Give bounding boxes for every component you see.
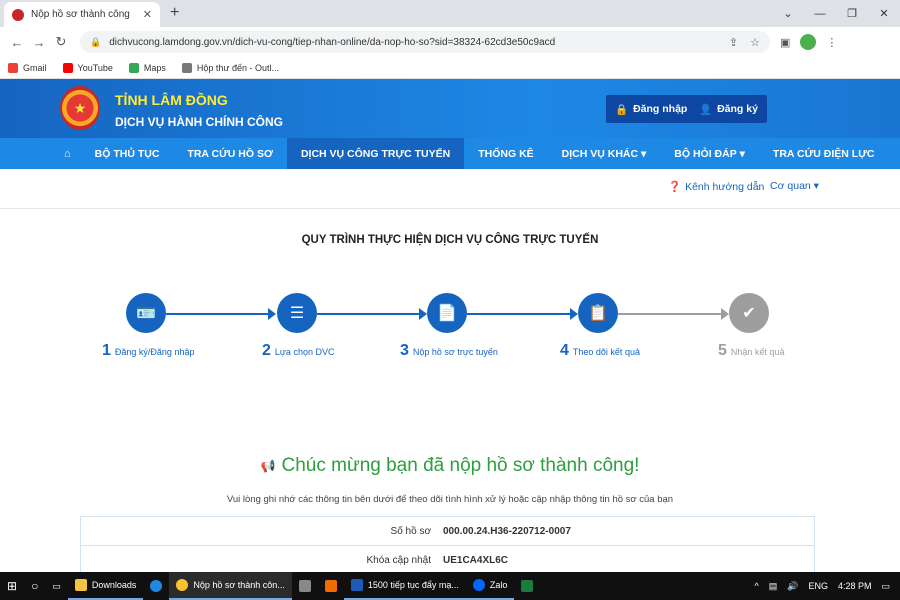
address-bar-row: ← → ↻ 🔒 dichvucong.lamdong.gov.vn/dich-v… — [0, 27, 900, 57]
task-view-icon[interactable]: ▭ — [45, 572, 68, 600]
taskbar-chrome[interactable]: Nộp hồ sơ thành côn... — [169, 572, 292, 600]
login-button[interactable]: 🔒 Đăng nhập — [606, 95, 697, 123]
step-2-label: 2 Lựa chọn DVC — [262, 342, 335, 359]
result-note: Vui lòng ghi nhớ các thông tin bên dưới … — [226, 494, 674, 505]
bookmarks-bar: Gmail YouTube Maps Hộp thư đến - Outl... — [0, 57, 900, 79]
volume-icon[interactable]: 🔊 — [787, 581, 798, 592]
nav-tra-cuu-dien-luc[interactable]: TRA CỨU ĐIỆN LỰC — [759, 138, 889, 169]
agency-dropdown[interactable]: Cơ quan ▾ — [770, 180, 819, 192]
bookmark-maps[interactable]: Maps — [128, 62, 166, 73]
globe-icon — [181, 62, 192, 73]
zalo-icon — [472, 579, 485, 591]
site-header: ★ TỈNH LÂM ĐỒNG DỊCH VỤ HÀNH CHÍNH CÔNG … — [0, 79, 900, 138]
sub-bar: ❓ Kênh hướng dẫn Cơ quan ▾ — [0, 169, 900, 209]
profile-avatar[interactable] — [800, 34, 817, 50]
step-4-clipboard-icon: 📋 — [578, 293, 618, 333]
chevron-up-icon[interactable]: ^ — [754, 581, 758, 591]
browser-tab[interactable]: Nộp hồ sơ thành công ✕ — [4, 2, 160, 27]
megaphone-icon: 📢 — [260, 459, 276, 473]
taskbar-zalo[interactable]: Zalo — [465, 572, 515, 600]
national-emblem-icon[interactable]: ★ — [60, 86, 100, 130]
table-row: Khóa cập nhật UE1CA4XL6C — [81, 546, 814, 575]
maps-icon — [128, 62, 139, 73]
nav-bo-thu-tuc[interactable]: BỘ THỦ TỤC — [81, 138, 174, 169]
step-1-icon: 🪪 — [126, 293, 166, 333]
url-text: dichvucong.lamdong.gov.vn/dich-vu-cong/t… — [109, 36, 556, 48]
reload-icon[interactable]: ↻ — [50, 34, 72, 50]
restore-icon[interactable]: ❐ — [836, 0, 868, 27]
step-3-document-icon: 📄 — [427, 293, 467, 333]
gmail-icon — [8, 62, 18, 73]
store-icon[interactable] — [292, 572, 318, 600]
nav-bo-hoi-dap[interactable]: BỘ HỎI ĐÁP ▾ — [660, 138, 759, 169]
share-icon[interactable]: ⇪ — [729, 36, 738, 49]
caret-down-icon: ▾ — [739, 147, 745, 160]
edge-icon[interactable] — [143, 572, 169, 600]
network-icon[interactable]: ▤ — [769, 581, 778, 592]
step-5-check-icon: ✔ — [729, 293, 769, 333]
system-tray: ^ ▤ 🔊 ENG 4:28 PM ▭ — [754, 581, 900, 592]
step-5-label: 5 Nhận kết quả — [718, 342, 785, 359]
brand-province[interactable]: TỈNH LÂM ĐỒNG — [115, 92, 228, 108]
nav-tra-cuu-ho-so[interactable]: TRA CỨU HỒ SƠ — [173, 138, 287, 169]
language-indicator[interactable]: ENG — [808, 581, 828, 591]
result-info-table: Số hồ sơ 000.00.24.H36-220712-0007 Khóa … — [80, 516, 815, 576]
forward-icon[interactable]: → — [28, 35, 50, 50]
notification-icon[interactable]: ▭ — [881, 581, 890, 592]
table-row: Số hồ sơ 000.00.24.H36-220712-0007 — [81, 517, 814, 546]
step-2-list-icon: ☰ — [277, 293, 317, 333]
tab-search-icon[interactable]: ⌄ — [772, 0, 804, 27]
folder-icon — [74, 579, 87, 591]
bookmark-gmail[interactable]: Gmail — [8, 62, 47, 73]
app-orange-icon[interactable] — [318, 572, 344, 600]
step-1-label: 1 Đăng ký/Đăng nhập — [102, 342, 195, 359]
process-title: QUY TRÌNH THỰC HIỆN DỊCH VỤ CÔNG TRỰC TU… — [301, 234, 599, 246]
bookmark-star-icon[interactable]: ☆ — [750, 36, 760, 49]
main-nav: ⌂ BỘ THỦ TỤC TRA CỨU HỒ SƠ DỊCH VỤ CÔNG … — [0, 138, 900, 169]
new-tab-icon[interactable]: + — [170, 4, 179, 22]
excel-icon[interactable] — [514, 572, 540, 600]
window-controls: ⌄ — ❐ ✕ — [772, 0, 900, 27]
lock-icon: 🔒 — [615, 103, 629, 116]
step-4-label: 4 Theo dõi kết quả — [560, 342, 640, 359]
bookmark-youtube[interactable]: YouTube — [62, 62, 113, 73]
taskbar-downloads[interactable]: Downloads — [67, 572, 144, 600]
nav-thong-ke[interactable]: THỐNG KÊ — [464, 138, 547, 169]
brand-service[interactable]: DỊCH VỤ HÀNH CHÍNH CÔNG — [115, 115, 283, 129]
caret-down-icon: ▾ — [813, 180, 819, 192]
tab-title: Nộp hồ sơ thành công — [31, 9, 130, 20]
step-3-label: 3 Nộp hồ sơ trực tuyến — [400, 342, 498, 359]
caret-down-icon: ▾ — [641, 147, 647, 160]
search-icon[interactable]: ○ — [24, 572, 45, 600]
guide-link[interactable]: ❓ Kênh hướng dẫn — [668, 180, 764, 194]
chrome-icon — [176, 579, 189, 591]
close-window-icon[interactable]: ✕ — [868, 0, 900, 27]
windows-taskbar: ⊞ ○ ▭ Downloads Nộp hồ sơ thành côn... 1… — [0, 572, 900, 600]
site-favicon-icon — [12, 8, 24, 21]
close-tab-icon[interactable]: ✕ — [143, 8, 152, 21]
question-circle-icon: ❓ — [668, 181, 682, 193]
menu-kebab-icon[interactable]: ⋮ — [826, 36, 837, 49]
back-icon[interactable]: ← — [6, 35, 28, 50]
taskbar-word[interactable]: 1500 tiếp tục đẩy mạ... — [343, 572, 466, 600]
nav-dich-vu-khac[interactable]: DỊCH VỤ KHÁC ▾ — [548, 138, 661, 169]
register-button[interactable]: 👤 Đăng ký — [690, 95, 767, 123]
url-input[interactable]: 🔒 dichvucong.lamdong.gov.vn/dich-vu-cong… — [80, 31, 770, 53]
clock[interactable]: 4:28 PM — [838, 581, 872, 591]
lock-icon[interactable]: 🔒 — [90, 37, 101, 48]
bookmark-outlook[interactable]: Hộp thư đến - Outl... — [181, 62, 279, 73]
youtube-icon — [62, 62, 73, 73]
minimize-icon[interactable]: — — [804, 0, 836, 27]
word-icon — [350, 579, 363, 591]
user-plus-icon: 👤 — [699, 103, 713, 116]
success-message: 📢 Chúc mừng bạn đã nộp hồ sơ thành công! — [260, 455, 640, 476]
nav-dich-vu-cong-truc-tuyen[interactable]: DỊCH VỤ CÔNG TRỰC TUYẾN — [286, 138, 465, 169]
home-icon[interactable]: ⌂ — [60, 138, 81, 169]
sidebar-icon[interactable]: ▣ — [780, 36, 790, 49]
browser-tab-bar: Nộp hồ sơ thành công ✕ + ⌄ — ❐ ✕ — [0, 0, 900, 27]
start-icon[interactable]: ⊞ — [0, 572, 24, 600]
process-steps: 🪪 ☰ 📄 📋 ✔ 1 Đăng ký/Đăng nhập 2 Lựa chọn… — [0, 280, 900, 370]
